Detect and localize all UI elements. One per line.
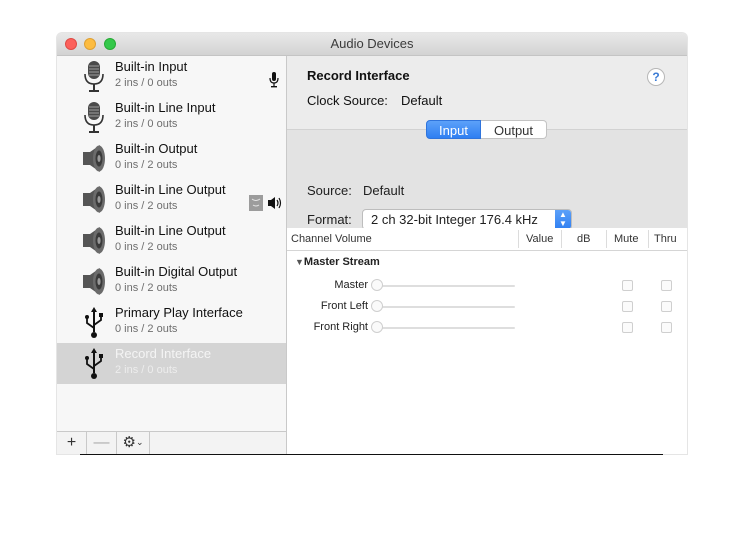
device-row-built-in-line-output-2[interactable]: Built-in Line Output 0 ins / 2 outs — [57, 220, 286, 261]
device-name: Built-in Line Output — [115, 182, 226, 197]
device-io: 2 ins / 0 outs — [115, 118, 178, 130]
tab-output[interactable]: Output — [481, 120, 547, 139]
device-row-built-in-digital-output[interactable]: Built-in Digital Output 0 ins / 2 outs — [57, 261, 286, 302]
chevron-up-down-icon: ▲ ▼ — [555, 210, 571, 229]
speaker-icon — [83, 227, 105, 254]
thru-checkbox[interactable] — [661, 280, 672, 291]
device-name: Built-in Input — [115, 59, 188, 74]
device-name: Primary Play Interface — [115, 305, 243, 320]
channel-label: Front Right — [313, 321, 368, 333]
device-io: 0 ins / 2 outs — [115, 159, 178, 171]
device-name: Built-in Line Input — [115, 100, 216, 115]
source-label: Source: — [307, 183, 352, 198]
channel-volume-table: Channel Volume Value dB Mute Thru ▼Maste… — [287, 228, 687, 454]
column-divider — [648, 230, 649, 248]
usb-icon — [85, 307, 103, 338]
device-io: 0 ins / 2 outs — [115, 282, 178, 294]
device-detail-panel: Record Interface ? Clock Source: Default… — [287, 56, 687, 454]
remove-device-button[interactable]: — — [87, 432, 117, 454]
microphone-icon — [84, 61, 104, 92]
title-bar: Audio Devices — [57, 33, 687, 56]
device-row-built-in-line-input[interactable]: Built-in Line Input 2 ins / 0 outs — [57, 97, 286, 138]
device-io: 2 ins / 0 outs — [115, 77, 178, 89]
mute-checkbox[interactable] — [622, 280, 633, 291]
column-mute: Mute — [614, 233, 639, 245]
speaker-icon — [83, 186, 105, 213]
format-select[interactable]: 2 ch 32-bit Integer 176.4 kHz ▲ ▼ — [362, 209, 572, 230]
volume-slider-track[interactable] — [376, 306, 515, 308]
microphone-badge-icon — [269, 72, 279, 88]
tab-input[interactable]: Input — [426, 120, 481, 139]
device-io: 0 ins / 2 outs — [115, 200, 178, 212]
device-row-built-in-output[interactable]: Built-in Output 0 ins / 2 outs — [57, 138, 286, 179]
device-name: Built-in Output — [115, 141, 198, 156]
source-value: Default — [363, 183, 405, 198]
gear-menu-button[interactable]: ⚙⌄ — [117, 432, 150, 454]
input-output-tabs: Input Output — [426, 120, 547, 140]
channel-label: Master — [334, 279, 368, 291]
chevron-down-icon: ⌄ — [135, 437, 144, 447]
device-title: Record Interface — [307, 68, 410, 83]
device-row-built-in-input[interactable]: Built-in Input 2 ins / 0 outs — [57, 56, 286, 97]
volume-slider-track[interactable] — [376, 327, 515, 329]
device-name: Built-in Line Output — [115, 223, 226, 238]
column-divider — [606, 230, 607, 248]
finder-speaker-badge-icon — [249, 195, 282, 211]
device-row-record-interface[interactable]: Record Interface 2 ins / 0 outs — [57, 343, 286, 384]
gear-icon: ⚙ — [122, 434, 136, 451]
device-name: Record Interface — [115, 346, 212, 361]
group-label: Master Stream — [303, 256, 380, 268]
audio-devices-window: Audio Devices Built-in Input 2 ins / 0 o… — [57, 33, 687, 454]
column-divider — [518, 230, 519, 248]
add-device-button[interactable]: + — [57, 432, 87, 454]
column-value: Value — [526, 233, 554, 245]
mute-checkbox[interactable] — [622, 301, 633, 312]
volume-slider-knob[interactable] — [371, 300, 383, 312]
channel-row-front-left: Front Left — [287, 297, 687, 317]
sidebar-footer: + — ⚙⌄ — [57, 431, 286, 454]
device-row-primary-play-interface[interactable]: Primary Play Interface 0 ins / 2 outs — [57, 302, 286, 343]
window-title: Audio Devices — [330, 36, 414, 51]
channel-label: Front Left — [320, 300, 368, 312]
format-value: 2 ch 32-bit Integer 176.4 kHz — [371, 212, 538, 227]
speaker-icon — [83, 268, 105, 295]
device-io: 0 ins / 2 outs — [115, 323, 178, 335]
disclosure-triangle-icon: ▼ — [295, 257, 304, 267]
device-io: 2 ins / 0 outs — [115, 364, 178, 376]
help-button[interactable]: ? — [647, 68, 665, 86]
thru-checkbox[interactable] — [661, 322, 672, 333]
thru-checkbox[interactable] — [661, 301, 672, 312]
volume-slider-knob[interactable] — [371, 321, 383, 333]
channel-row-master: Master — [287, 276, 687, 296]
device-list: Built-in Input 2 ins / 0 outs Built-in L… — [57, 56, 287, 454]
clock-source-value: Default — [401, 93, 443, 108]
format-label: Format: — [307, 212, 352, 227]
volume-slider-track[interactable] — [376, 285, 515, 287]
table-header: Channel Volume Value dB Mute Thru — [287, 228, 687, 251]
usb-icon — [85, 348, 103, 379]
device-io: 0 ins / 2 outs — [115, 241, 178, 253]
column-divider — [561, 230, 562, 248]
device-name: Built-in Digital Output — [115, 264, 238, 279]
channel-row-front-right: Front Right — [287, 318, 687, 338]
column-channel-volume: Channel Volume — [291, 233, 372, 245]
device-row-built-in-line-output[interactable]: Built-in Line Output 0 ins / 2 outs — [57, 179, 286, 220]
mute-checkbox[interactable] — [622, 322, 633, 333]
volume-slider-knob[interactable] — [371, 279, 383, 291]
master-stream-group[interactable]: ▼Master Stream — [295, 256, 380, 268]
divider-line — [80, 454, 663, 455]
column-db: dB — [577, 233, 591, 245]
speaker-icon — [83, 145, 105, 172]
microphone-icon — [84, 102, 104, 133]
clock-source-label: Clock Source: — [307, 93, 388, 108]
column-thru: Thru — [654, 233, 677, 245]
